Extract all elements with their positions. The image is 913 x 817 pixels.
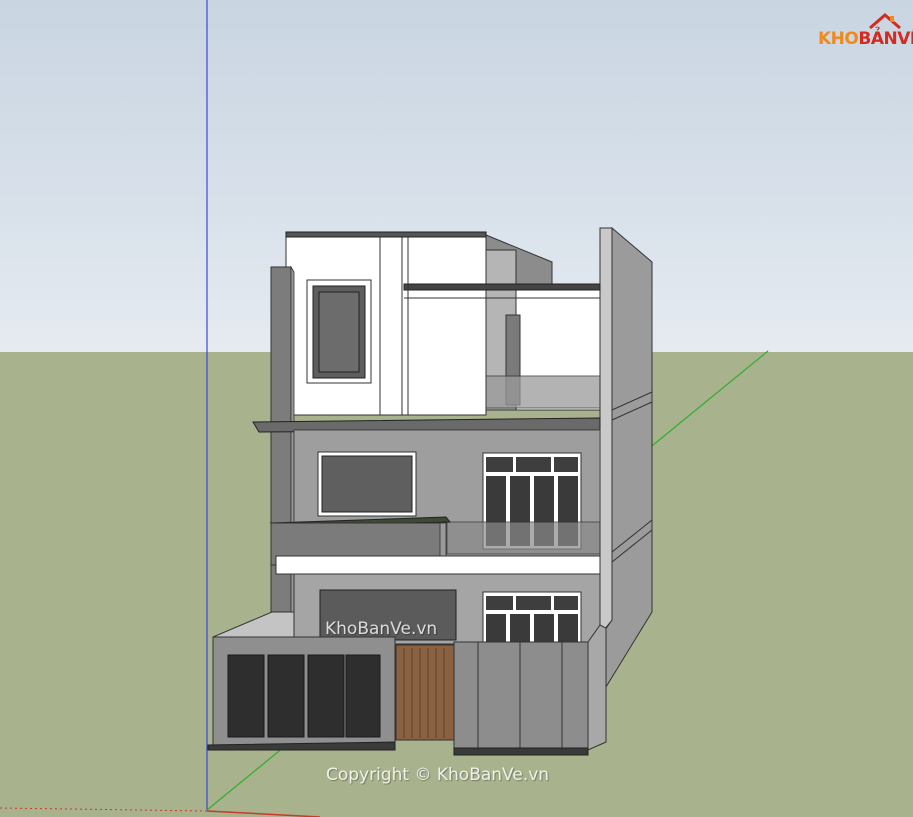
fence-base-right bbox=[453, 747, 589, 756]
red-axis-dotted bbox=[0, 807, 208, 812]
top-window-inner bbox=[318, 291, 360, 373]
ground-door-panel-3 bbox=[534, 614, 554, 642]
fence-right-side bbox=[587, 624, 607, 751]
left-pillar bbox=[270, 266, 292, 638]
top-terrace-railing bbox=[485, 375, 601, 409]
ground-door-panel-2 bbox=[510, 614, 530, 642]
fence-panel-2 bbox=[267, 654, 305, 738]
copyright-text: Copyright © KhoBanVe.vn bbox=[326, 765, 550, 785]
logo-banve: BẢNVẼ bbox=[858, 29, 913, 49]
pergola-beam bbox=[403, 283, 601, 291]
top-floor-roof-edge bbox=[285, 231, 487, 238]
middle-door-top-3 bbox=[554, 457, 578, 472]
middle-door-top-2 bbox=[516, 457, 551, 472]
balcony-railing bbox=[446, 521, 601, 555]
ground-door-top-1 bbox=[486, 596, 513, 610]
fence-right-wall bbox=[453, 641, 589, 751]
fence-top-left bbox=[212, 611, 295, 638]
fence-panel-1 bbox=[227, 654, 265, 738]
middle-window-glass bbox=[321, 455, 413, 513]
khobanve-logo[interactable]: KHOBẢNVẼ bbox=[818, 12, 913, 54]
fence-panel-3 bbox=[307, 654, 345, 738]
fence-panel-4 bbox=[345, 654, 381, 738]
watermark-text: KhoBanVe.vn bbox=[325, 619, 438, 639]
wooden-gate bbox=[395, 644, 455, 741]
ground-door-panel-4 bbox=[558, 614, 578, 642]
right-side-wall-face bbox=[599, 227, 613, 637]
house-3d-model[interactable] bbox=[0, 0, 913, 817]
logo-kho: KHO bbox=[818, 29, 859, 49]
ground-door-panel-1 bbox=[486, 614, 506, 642]
modeling-viewport[interactable]: KHOBẢNVẼ KhoBanVe.vn Copyright © KhoBanV… bbox=[0, 0, 913, 817]
red-axis bbox=[206, 810, 321, 817]
ground-door-top-2 bbox=[516, 596, 551, 610]
middle-door-top-1 bbox=[486, 457, 513, 472]
first-floor-slab bbox=[275, 555, 601, 575]
ground-door-top-3 bbox=[554, 596, 578, 610]
house-roof-icon bbox=[869, 13, 901, 30]
logo-text: KHOBẢNVẼ bbox=[818, 29, 913, 49]
